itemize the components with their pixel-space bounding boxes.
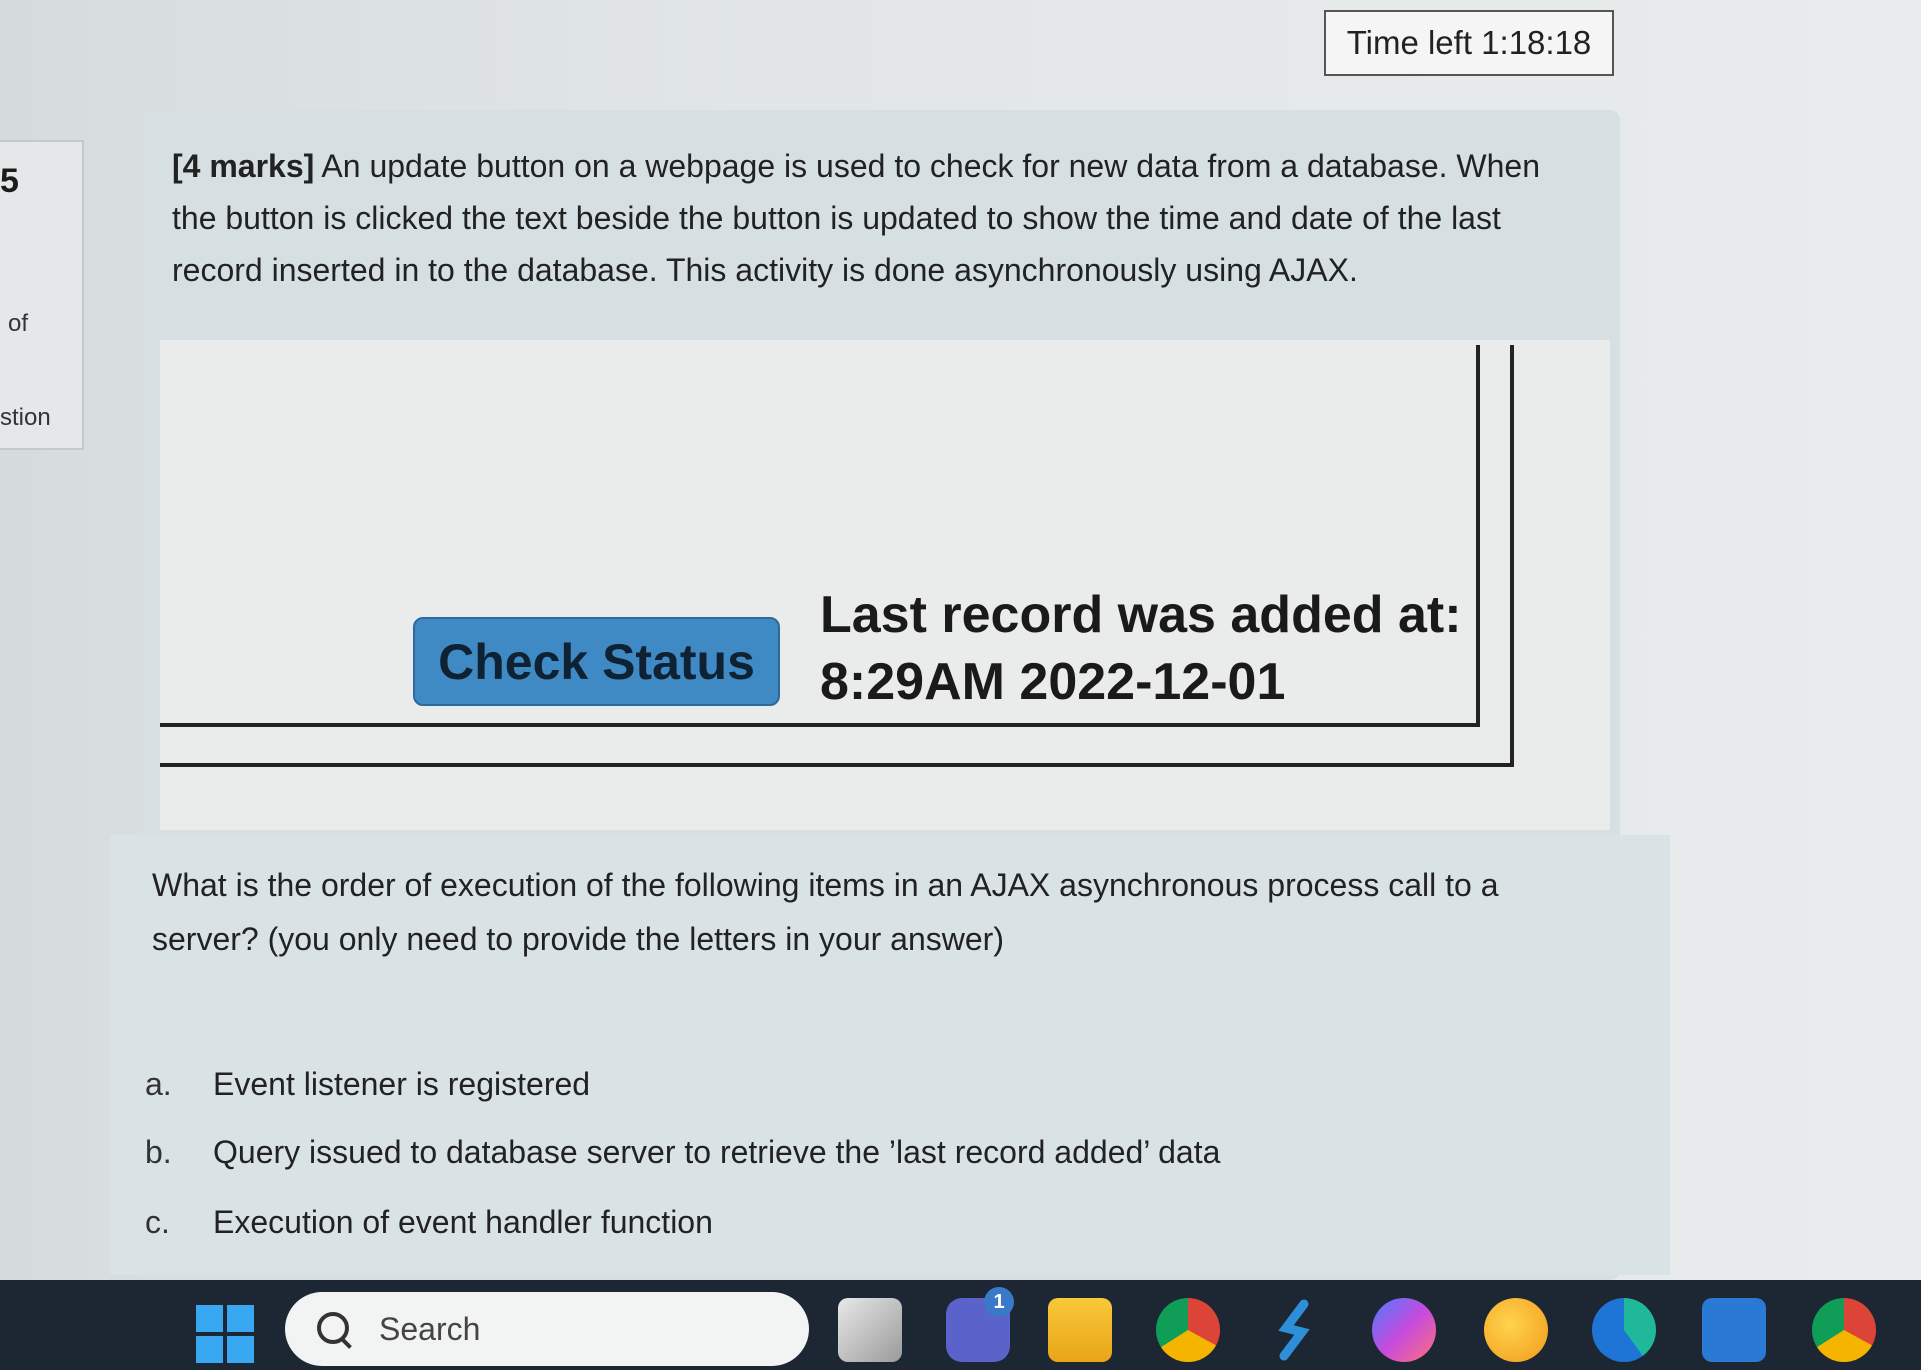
option-text: Execution of event handler function (213, 1204, 713, 1240)
figure-border-outer-right (1510, 345, 1514, 765)
file-explorer-icon[interactable] (1048, 1298, 1112, 1362)
weather-icon[interactable] (1484, 1298, 1548, 1362)
option-text: Event listener is registered (213, 1066, 591, 1102)
search-placeholder: Search (379, 1310, 481, 1347)
option-letter: b. (145, 1134, 172, 1170)
chrome-profile-icon[interactable] (1812, 1298, 1876, 1362)
question-body: An update button on a webpage is used to… (172, 148, 1540, 288)
question-text: [4 marks] An update button on a webpage … (172, 140, 1572, 296)
option-letter: a. (145, 1066, 172, 1102)
question-of-label: of (8, 310, 29, 337)
mail-icon[interactable] (1702, 1298, 1766, 1362)
last-record-value: 8:29AM 2022-12-01 (820, 653, 1286, 711)
task-view-icon[interactable] (838, 1298, 902, 1362)
option-c: c. Execution of event handler function (145, 1204, 713, 1241)
question-number: 5 (0, 162, 19, 200)
vscode-icon[interactable] (1264, 1298, 1328, 1362)
option-text: Query issued to database server to retri… (213, 1134, 1221, 1170)
edge-icon[interactable] (1592, 1298, 1656, 1362)
check-status-button: Check Status (413, 617, 780, 706)
taskbar-search-box[interactable]: Search (285, 1292, 809, 1366)
time-left-text: Time left 1:18:18 (1346, 24, 1592, 61)
time-left-indicator: Time left 1:18:18 (1324, 10, 1614, 76)
question-label-partial: stion (0, 404, 51, 431)
last-record-label: Last record was added at: (820, 586, 1462, 644)
chrome-icon[interactable] (1156, 1298, 1220, 1362)
figure-border-outer-bottom (160, 763, 1514, 767)
messenger-icon[interactable] (1372, 1298, 1436, 1362)
option-letter: c. (145, 1204, 170, 1240)
notification-badge: 1 (984, 1287, 1014, 1317)
figure-border-inner-right (1476, 345, 1480, 725)
question-marks: [4 marks] (172, 148, 315, 184)
start-icon[interactable] (196, 1305, 254, 1363)
search-icon (315, 1310, 353, 1348)
option-a: a. Event listener is registered (145, 1066, 590, 1103)
sub-question-text: What is the order of execution of the fo… (152, 867, 1499, 957)
option-b: b. Query issued to database server to ret… (145, 1134, 1220, 1171)
figure-border-inner-bottom (160, 723, 1480, 727)
question-info-panel: 5 of stion (0, 140, 84, 450)
